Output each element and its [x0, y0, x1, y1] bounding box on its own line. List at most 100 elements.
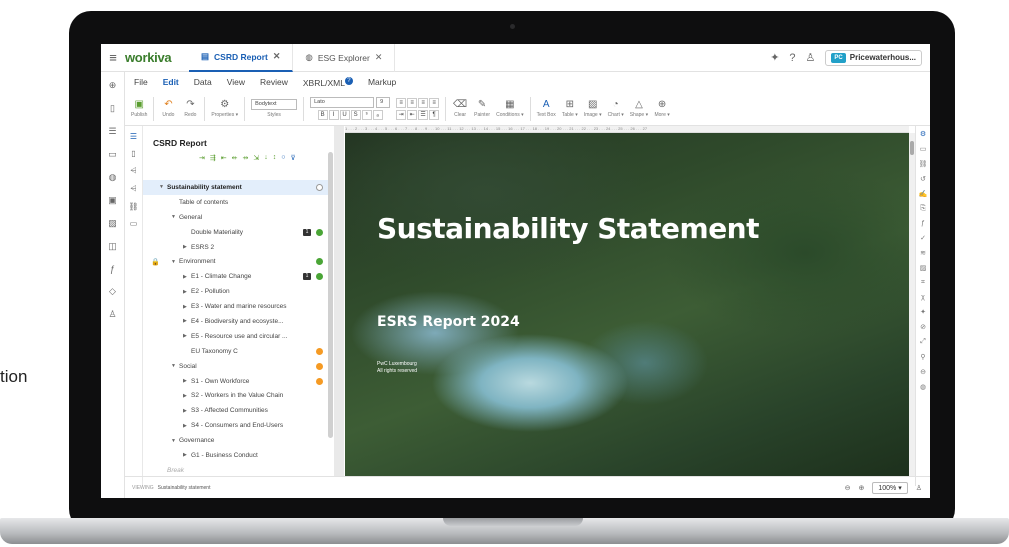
- outline-item[interactable]: ▶ E4 - Biodiversity and ecosyste...: [143, 314, 329, 329]
- menu-markup[interactable]: Markup: [368, 77, 396, 87]
- clear-button[interactable]: ⌫ Clear: [452, 99, 468, 118]
- move-up-icon[interactable]: ↕: [273, 154, 277, 162]
- people-icon[interactable]: ♙: [108, 309, 116, 320]
- pin-icon[interactable]: ⚲: [920, 353, 925, 361]
- shape-button[interactable]: △ Shape ▾: [630, 99, 648, 118]
- tab-csrd-report[interactable]: ▤ CSRD Report ✕: [189, 44, 294, 72]
- sparkle-icon[interactable]: ✦: [920, 308, 926, 316]
- chevron-icon[interactable]: ▼: [159, 184, 167, 190]
- hamburger-menu-icon[interactable]: ≡: [101, 50, 125, 65]
- pilcrow-icon[interactable]: ¶: [429, 109, 440, 120]
- add-section-icon[interactable]: ⇥: [199, 154, 205, 162]
- outline-icon[interactable]: ☰: [130, 132, 137, 141]
- zoom-select[interactable]: 100% ▾: [872, 481, 908, 494]
- link-icon[interactable]: ⛓: [919, 160, 928, 168]
- chevron-icon[interactable]: ▶: [183, 244, 191, 250]
- chevron-icon[interactable]: ▶: [183, 393, 191, 399]
- filter-icon[interactable]: ⊽: [290, 154, 295, 162]
- tag-icon[interactable]: ⌗: [921, 279, 925, 287]
- comment-icon[interactable]: ▭: [130, 219, 138, 228]
- chevron-icon[interactable]: ▶: [183, 378, 191, 384]
- image-icon[interactable]: ▨: [920, 264, 927, 272]
- check-icon[interactable]: ✓: [920, 234, 926, 242]
- outline-item[interactable]: ▶ S1 - Own Workforce: [143, 374, 329, 389]
- filter-alt-icon[interactable]: ⩤: [130, 184, 136, 194]
- help-icon[interactable]: ?: [789, 52, 795, 64]
- user-icon[interactable]: ♙: [806, 51, 816, 64]
- calendar-icon[interactable]: ▣: [108, 195, 117, 206]
- chevron-icon[interactable]: ▶: [183, 423, 191, 429]
- subscript-icon[interactable]: ₐ: [372, 110, 383, 120]
- comment-badge-icon[interactable]: 1: [303, 273, 311, 281]
- chevron-icon[interactable]: ▶: [183, 304, 191, 310]
- document-page[interactable]: Sustainability Statement ESRS Report 202…: [345, 133, 909, 476]
- outline-item[interactable]: ▶ E3 - Water and marine resources: [143, 299, 329, 314]
- chevron-icon[interactable]: ▶: [183, 289, 191, 295]
- menu-review[interactable]: Review: [260, 77, 288, 87]
- underline-icon[interactable]: U: [339, 110, 350, 120]
- outline-item[interactable]: 🔒 ▼ Environment: [143, 254, 329, 269]
- attachment-icon[interactable]: ⎘: [920, 205, 926, 213]
- size-select[interactable]: 9: [376, 97, 391, 108]
- user-icon[interactable]: ♙: [916, 484, 922, 492]
- chevron-icon[interactable]: ▶: [183, 318, 191, 324]
- align-left-icon[interactable]: ≡: [396, 97, 407, 108]
- chevron-icon[interactable]: ▼: [171, 363, 179, 369]
- menu-data[interactable]: Data: [194, 77, 212, 87]
- table-button[interactable]: ⊞ Table ▾: [562, 99, 578, 118]
- strikethrough-icon[interactable]: S: [350, 110, 361, 120]
- status-dot[interactable]: [316, 228, 323, 236]
- align-center-icon[interactable]: ≡: [407, 97, 418, 108]
- insert-break-icon[interactable]: ⇲: [253, 154, 259, 162]
- outline-item[interactable]: ▶ S2 - Workers in the Value Chain: [143, 388, 329, 403]
- bookmark-icon[interactable]: ▯: [131, 149, 135, 158]
- globe-icon[interactable]: ◍: [920, 383, 926, 391]
- chevron-icon[interactable]: ▼: [171, 438, 179, 444]
- status-dot[interactable]: [316, 362, 323, 370]
- status-icon[interactable]: ○: [281, 154, 285, 162]
- bold-icon[interactable]: B: [317, 110, 328, 120]
- outline-item[interactable]: ▶ S3 - Affected Communities: [143, 403, 329, 418]
- move-down-icon[interactable]: ↓: [264, 154, 268, 162]
- chevron-icon[interactable]: ▶: [183, 274, 191, 280]
- ruler[interactable]: 1 . . . 2 . . . 3 . . . 4 . . . 5 . . . …: [345, 126, 909, 133]
- redo-button[interactable]: ↷ Redo: [182, 99, 198, 118]
- outline-item[interactable]: ▼ Sustainability statement: [143, 180, 329, 195]
- outline-item[interactable]: ▶ ESRS 2: [143, 240, 329, 255]
- layers-icon[interactable]: ≋: [920, 249, 926, 257]
- comment-badge-icon[interactable]: 1: [303, 228, 311, 236]
- status-dot[interactable]: [316, 183, 323, 191]
- image-button[interactable]: ▨ Image ▾: [584, 99, 602, 118]
- expand-icon[interactable]: ⤢: [920, 338, 926, 346]
- file-icon[interactable]: ▯: [110, 103, 115, 114]
- menu-file[interactable]: File: [134, 77, 148, 87]
- style-select[interactable]: Bodytext: [251, 99, 298, 110]
- formula-icon[interactable]: ƒ: [921, 220, 925, 227]
- variable-icon[interactable]: χ: [921, 294, 925, 301]
- filter-icon[interactable]: ⩤: [130, 166, 136, 176]
- chart-button[interactable]: ◔ Chart ▾: [608, 99, 624, 118]
- chevron-icon[interactable]: ▼: [171, 214, 179, 220]
- status-dot[interactable]: [316, 258, 323, 266]
- outline-item[interactable]: ▼ General: [143, 210, 329, 225]
- clip-icon[interactable]: ⊘: [920, 323, 926, 331]
- outline-item[interactable]: ▶ E2 - Pollution: [143, 284, 329, 299]
- superscript-icon[interactable]: ˢ: [361, 110, 372, 120]
- menu-xbrl[interactable]: XBRL/XML?: [303, 76, 353, 87]
- outline-item[interactable]: ▶ E5 - Resource use and circular ...: [143, 329, 329, 344]
- outline-item[interactable]: ▼ Social: [143, 359, 329, 374]
- outline-item[interactable]: ▶ G1 - Business Conduct: [143, 448, 329, 463]
- outline-scrollbar[interactable]: [328, 152, 333, 438]
- status-dot[interactable]: [316, 273, 323, 281]
- sparkle-icon[interactable]: ✦: [770, 51, 779, 64]
- close-icon[interactable]: ✕: [375, 52, 383, 63]
- move-left-icon[interactable]: ⇷: [232, 154, 238, 162]
- publish-button[interactable]: ▣ Publish: [131, 99, 147, 118]
- chevron-icon[interactable]: ▼: [171, 259, 179, 265]
- outdent-icon[interactable]: ⇤: [407, 109, 418, 120]
- gear-icon[interactable]: ⚙: [920, 130, 926, 138]
- list-icon[interactable]: ☰: [108, 126, 116, 137]
- zoom-in-icon[interactable]: ⊕: [858, 484, 864, 492]
- font-select[interactable]: Lato: [310, 97, 375, 108]
- undo-button[interactable]: ↶ Undo: [160, 99, 176, 118]
